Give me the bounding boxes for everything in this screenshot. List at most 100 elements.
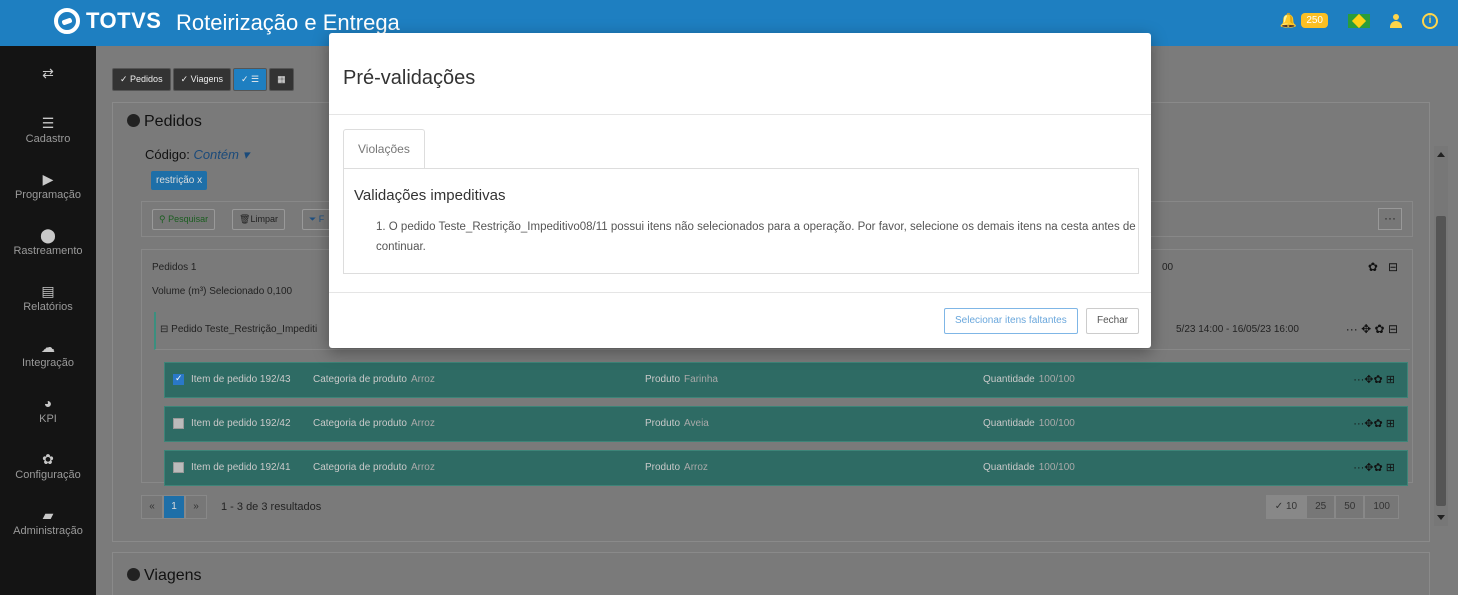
filter-tag[interactable]: restrição x xyxy=(151,171,208,190)
toggle-viagens-button[interactable]: ✓ Viagens xyxy=(172,68,231,91)
modal-footer: Selecionar itens faltantes Fechar xyxy=(329,293,1151,348)
item-category: Categoria de produto Arroz xyxy=(313,418,435,429)
page-size-100[interactable]: 100 xyxy=(1364,495,1399,519)
select-missing-items-button[interactable]: Selecionar itens faltantes xyxy=(944,308,1078,334)
sidebar-item-configuracao[interactable]: ✿ Configuração xyxy=(0,438,96,494)
pre-validation-modal: Pré-validações Violações Validações impe… xyxy=(329,33,1151,348)
move-icon[interactable]: ✥ xyxy=(1364,418,1373,430)
page-size-10[interactable]: ✓ 10 xyxy=(1265,495,1307,519)
globe-icon xyxy=(127,114,140,127)
globe-icon xyxy=(127,568,140,581)
expand-icon[interactable]: ⊞ xyxy=(1386,374,1395,386)
item-checkbox[interactable] xyxy=(173,462,184,473)
item-tools: ···✥✿ ⊞ xyxy=(1353,417,1395,430)
scroll-thumb[interactable] xyxy=(1436,216,1446,506)
pedidos-title: Pedidos xyxy=(127,113,202,131)
page-size-25[interactable]: 25 xyxy=(1306,495,1336,519)
table-row[interactable]: Item de pedido 192/43 Categoria de produ… xyxy=(164,362,1408,398)
code-filter-label: Código: Contém ▾ xyxy=(145,147,250,162)
sidebar-item-rastreamento[interactable]: ⬤ Rastreamento xyxy=(0,214,96,270)
item-product: Produto Arroz xyxy=(645,462,708,473)
code-operator-dropdown[interactable]: Contém ▾ xyxy=(193,147,249,162)
page-size-selector: ✓ 10 25 50 100 xyxy=(1265,495,1399,519)
sidebar-item-programacao[interactable]: ▶ Programação xyxy=(0,158,96,214)
sidebar-item-relatorios[interactable]: ▤ Relatórios xyxy=(0,270,96,326)
page-1-button[interactable]: 1 xyxy=(163,495,185,519)
sidebar-item-toggle[interactable]: ⇄ xyxy=(0,46,96,102)
sidebar-item-cadastro[interactable]: ☰ Cadastro xyxy=(0,102,96,158)
more-icon[interactable]: ··· xyxy=(1353,418,1364,430)
play-icon: ▶ xyxy=(42,171,54,187)
more-options-button[interactable]: ··· xyxy=(1378,208,1402,230)
sidebar-item-kpi[interactable]: ◕ KPI xyxy=(0,382,96,438)
gear-icon: ✿ xyxy=(42,451,54,467)
collapse-icon[interactable]: ⊟ xyxy=(1388,260,1398,274)
pie-chart-icon: ◕ xyxy=(43,395,53,411)
sidebar-item-integracao[interactable]: ☁ Integração xyxy=(0,326,96,382)
sidebar-item-label: Integração xyxy=(22,357,74,369)
next-page-button[interactable]: » xyxy=(185,495,207,519)
list-view-button[interactable]: ✓ ☰ xyxy=(232,68,268,91)
sidebar-item-label: Cadastro xyxy=(25,133,71,145)
gear-icon[interactable]: ✿ xyxy=(1374,462,1383,474)
sidebar-item-label: Rastreamento xyxy=(13,245,83,257)
filter-button[interactable]: ⏷ F xyxy=(302,209,332,230)
item-id: Item de pedido 192/41 xyxy=(191,462,291,473)
item-quantity: Quantidade 100/100 xyxy=(983,374,1075,385)
notifications-button[interactable]: 🔔 250 xyxy=(1280,12,1328,29)
gear-icon[interactable]: ✿ xyxy=(1368,260,1378,274)
sidebar-item-administracao[interactable]: ▰ Administração xyxy=(0,494,96,550)
partial-value: 00 xyxy=(1162,262,1174,273)
item-quantity: Quantidade 100/100 xyxy=(983,418,1075,429)
modal-title: Pré-validações xyxy=(343,67,476,89)
gear-icon[interactable]: ✿ xyxy=(1375,322,1385,336)
move-icon[interactable]: ✥ xyxy=(1364,462,1373,474)
gear-icon[interactable]: ✿ xyxy=(1374,418,1383,430)
selected-volume: Volume (m³) Selecionado 0,100 xyxy=(152,286,293,297)
viagens-panel: Viagens xyxy=(112,552,1430,595)
tab-violacoes[interactable]: Violações xyxy=(343,129,425,169)
info-icon[interactable]: i xyxy=(1422,12,1438,29)
item-id: Item de pedido 192/42 xyxy=(191,418,291,429)
viagens-title: Viagens xyxy=(127,567,202,585)
move-icon[interactable]: ✥ xyxy=(1361,322,1371,336)
scroll-down-icon[interactable] xyxy=(1437,515,1445,520)
item-product: Produto Farinha xyxy=(645,374,718,385)
totvs-logo-icon xyxy=(54,8,80,34)
more-icon[interactable]: ··· xyxy=(1353,374,1364,386)
item-checkbox[interactable] xyxy=(173,373,184,385)
move-icon[interactable]: ✥ xyxy=(1364,374,1373,386)
expand-icon[interactable]: ⊞ xyxy=(1386,462,1395,474)
scroll-up-icon[interactable] xyxy=(1437,152,1445,157)
collapse-icon[interactable]: ⊟ xyxy=(1388,322,1398,336)
more-icon[interactable]: ··· xyxy=(1353,462,1364,474)
modal-body: Violações Validações impeditivas 1. O pe… xyxy=(329,115,1151,293)
cloud-icon: ☁ xyxy=(41,339,55,355)
more-icon[interactable]: ··· xyxy=(1346,322,1358,336)
clear-button[interactable]: 🗑Limpar xyxy=(232,209,285,230)
item-id: Item de pedido 192/43 xyxy=(191,374,291,385)
sidebar: ⇄ ☰ Cadastro ▶ Programação ⬤ Rastreament… xyxy=(0,46,96,595)
page-size-50[interactable]: 50 xyxy=(1335,495,1365,519)
gear-icon[interactable]: ✿ xyxy=(1374,374,1383,386)
grid-view-button[interactable]: ▦ xyxy=(269,68,294,91)
item-category: Categoria de produto Arroz xyxy=(313,374,435,385)
vertical-scrollbar[interactable] xyxy=(1434,146,1448,526)
orders-count: Pedidos 1 xyxy=(152,262,197,273)
prev-page-button[interactable]: « xyxy=(141,495,163,519)
table-row[interactable]: Item de pedido 192/42 Categoria de produ… xyxy=(164,406,1408,442)
swap-icon: ⇄ xyxy=(42,65,54,81)
close-button[interactable]: Fechar xyxy=(1086,308,1140,334)
toggle-pedidos-button[interactable]: ✓ Pedidos xyxy=(112,68,171,91)
brazil-flag-icon[interactable] xyxy=(1348,13,1370,28)
expand-icon[interactable]: ⊞ xyxy=(1386,418,1395,430)
totvs-logo[interactable]: TOTVS xyxy=(54,8,161,34)
order-tools: ··· ✥ ✿ ⊟ xyxy=(1346,322,1398,336)
item-checkbox[interactable] xyxy=(173,418,184,429)
user-icon[interactable] xyxy=(1390,13,1402,28)
table-row[interactable]: Item de pedido 192/41 Categoria de produ… xyxy=(164,450,1408,486)
item-category: Categoria de produto Arroz xyxy=(313,462,435,473)
briefcase-icon: ▰ xyxy=(42,507,54,523)
item-tools: ···✥✿ ⊞ xyxy=(1353,461,1395,474)
search-button[interactable]: ⚲ Pesquisar xyxy=(152,209,216,230)
